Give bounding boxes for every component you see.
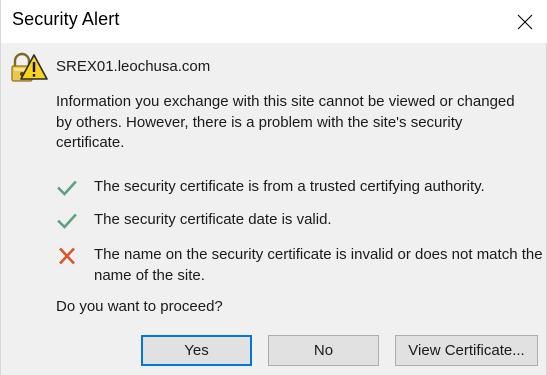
site-hostname: SREX01.leochusa.com — [56, 58, 211, 75]
x-mark-icon — [59, 247, 75, 265]
yes-button[interactable]: Yes — [141, 335, 252, 366]
proceed-question: Do you want to proceed? — [56, 298, 223, 315]
check-item-name-invalid: The name on the security certificate is … — [56, 245, 543, 287]
checkmark-icon — [57, 213, 77, 229]
view-certificate-button[interactable]: View Certificate... — [395, 335, 538, 366]
check-item-trusted-authority: The security certificate is from a trust… — [56, 177, 536, 199]
close-icon — [517, 14, 533, 29]
lock-warning-icon — [11, 52, 48, 82]
title-bar[interactable]: Security Alert — [1, 0, 547, 43]
security-alert-dialog: Security Alert SREX01.leochusa.com Infor… — [0, 0, 547, 375]
site-row: SREX01.leochusa.com — [9, 50, 529, 86]
check-item-text: The security certificate date is valid. — [94, 211, 332, 228]
close-button[interactable] — [502, 0, 547, 43]
window-title: Security Alert — [12, 9, 120, 29]
check-item-text: The security certificate is from a trust… — [94, 178, 485, 195]
info-message: Information you exchange with this site … — [56, 93, 515, 151]
checkmark-icon — [57, 180, 77, 196]
check-item-text: The name on the security certificate is … — [94, 246, 543, 284]
check-item-date-valid: The security certificate date is valid. — [56, 210, 536, 232]
no-button[interactable]: No — [268, 335, 379, 366]
